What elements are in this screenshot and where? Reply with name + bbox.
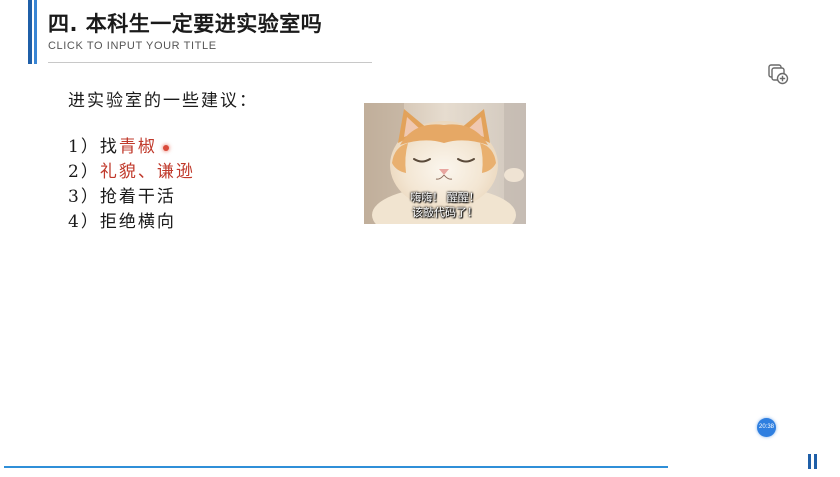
list-item-number: 4） <box>68 212 100 232</box>
page-subtitle[interactable]: CLICK TO INPUT YOUR TITLE <box>48 40 217 52</box>
list-item-highlight: 礼貌、谦逊 <box>99 162 195 182</box>
add-slide-icon-graphic <box>768 64 789 85</box>
pause-bar-left <box>808 454 811 469</box>
list-item-number: 3） <box>68 187 100 207</box>
content-heading: 进实验室的一些建议： <box>68 91 258 111</box>
bottom-progress-line <box>4 466 668 468</box>
cat-meme-image: 嗨嗨！ 醒醒！ 该敲代码了！ <box>364 103 526 224</box>
title-accent-bar-secondary <box>34 0 37 64</box>
image-caption-line1: 嗨嗨！ 醒醒！ <box>410 191 480 204</box>
pause-bar-right <box>814 454 817 469</box>
image-caption-line2: 该敲代码了！ <box>412 206 478 219</box>
timer-badge[interactable]: 20:38 <box>757 418 776 437</box>
list-item: 1）找青椒 <box>68 135 258 160</box>
add-slide-icon[interactable] <box>766 62 790 86</box>
title-accent-bar <box>28 0 32 64</box>
list-item-highlight: 青椒 <box>118 137 157 157</box>
list-item: 2）礼貌、谦逊 <box>68 160 258 185</box>
list-item-text: 拒绝横向 <box>99 212 176 232</box>
list-item-text: 找 <box>99 137 119 157</box>
list-item: 3）抢着干活 <box>68 185 258 210</box>
list-item-number: 1） <box>68 137 100 157</box>
title-divider <box>48 62 372 63</box>
list-item-number: 2） <box>68 162 100 182</box>
slide-canvas: 四. 本科生一定要进实验室吗 CLICK TO INPUT YOUR TITLE… <box>0 0 840 477</box>
page-title[interactable]: 四. 本科生一定要进实验室吗 <box>48 8 322 38</box>
pause-icon[interactable] <box>808 454 820 469</box>
list-item-text: 抢着干活 <box>99 187 176 207</box>
content-block: 进实验室的一些建议： 1）找青椒 2）礼貌、谦逊 3）抢着干活 4）拒绝横向 <box>68 86 258 235</box>
list-item: 4）拒绝横向 <box>68 210 258 235</box>
laser-pointer-dot <box>162 144 169 151</box>
